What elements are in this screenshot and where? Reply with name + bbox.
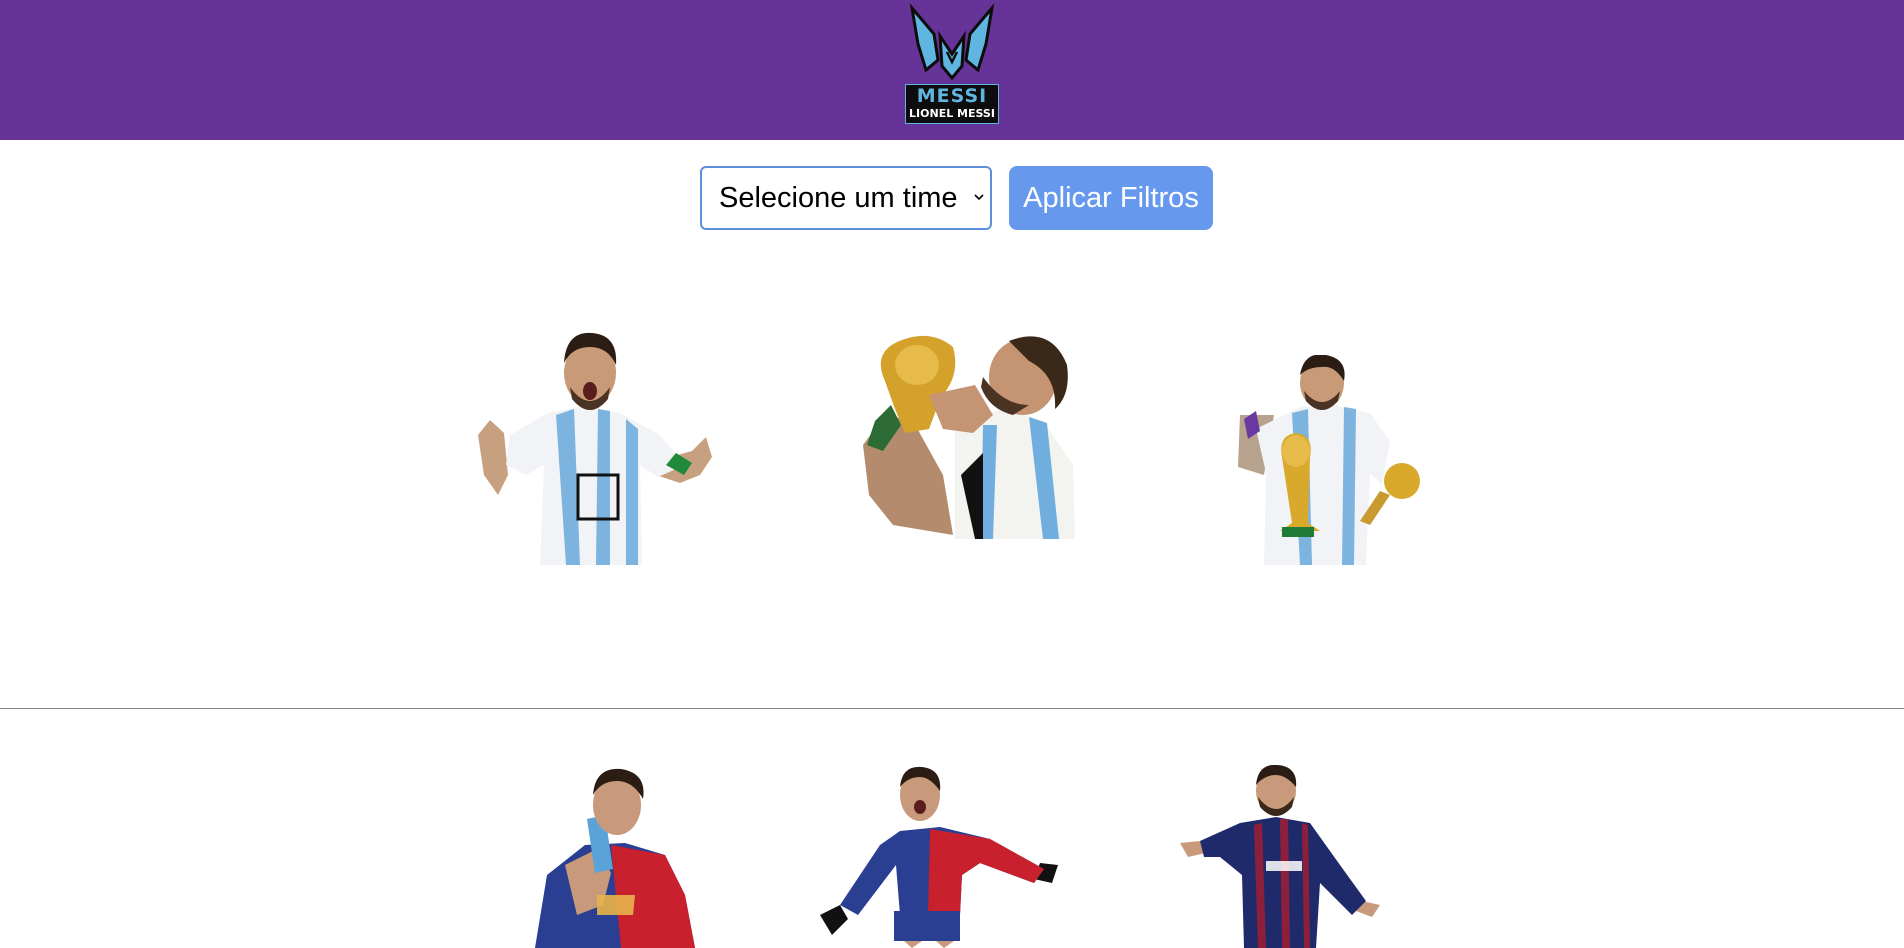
messi-logo[interactable]: MESSI LIONEL MESSI xyxy=(900,4,1004,124)
team-select[interactable]: Selecione um time xyxy=(700,166,992,230)
apply-filters-button[interactable]: Aplicar Filtros xyxy=(1009,166,1213,230)
site-header: MESSI LIONEL MESSI xyxy=(0,0,1904,140)
player-card-celebrating[interactable] xyxy=(470,325,720,565)
player-card-pointing[interactable] xyxy=(1180,765,1385,948)
player-card-awards[interactable] xyxy=(1230,355,1430,575)
messi-celebrating-image xyxy=(478,332,712,565)
logo-wordmark: MESSI LIONEL MESSI xyxy=(905,84,999,124)
logo-subtitle: LIONEL MESSI xyxy=(909,107,995,120)
messi-barcelona-badge-image xyxy=(535,768,695,948)
messi-running-image xyxy=(820,766,1058,948)
messi-kissing-trophy-image xyxy=(863,335,1075,539)
team-select-value: Selecione um time xyxy=(719,182,958,214)
player-card-badge-kiss[interactable] xyxy=(525,765,705,948)
section-divider xyxy=(0,708,1904,709)
messi-pointing-image xyxy=(1180,765,1380,948)
player-card-running[interactable] xyxy=(820,765,1065,948)
chevron-down-icon xyxy=(974,194,984,201)
player-card-trophy-kiss[interactable] xyxy=(833,325,1088,545)
messi-holding-trophies-image xyxy=(1238,355,1420,565)
messi-m-icon xyxy=(909,4,995,81)
logo-title: MESSI xyxy=(916,85,988,107)
